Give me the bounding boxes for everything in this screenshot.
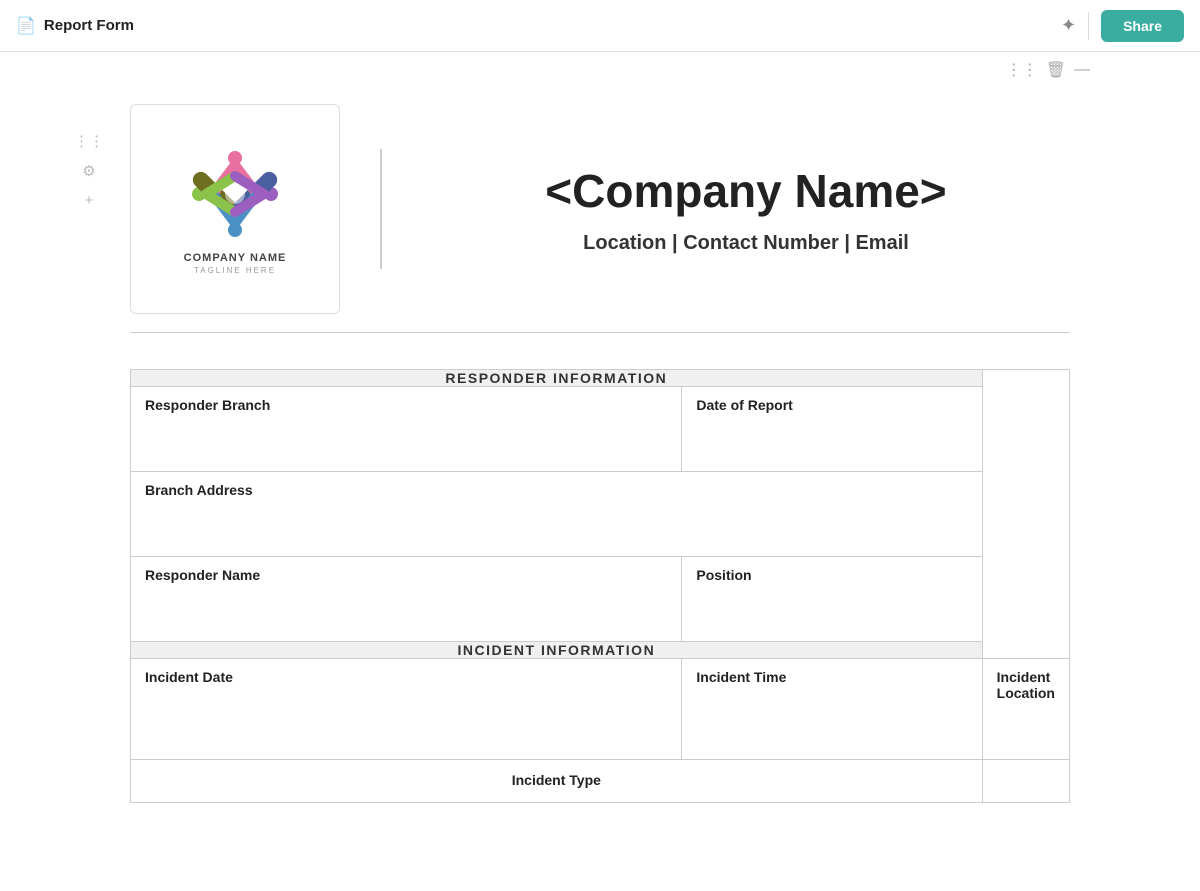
trash-icon[interactable]: 🗑 (1046, 60, 1066, 80)
responder-branch-value (131, 421, 681, 471)
responder-name-label: Responder Name (131, 557, 681, 591)
grid-icon[interactable]: ⋮⋮ (1006, 60, 1038, 80)
topbar-divider (1088, 12, 1089, 40)
header-section: COMPANY NAME TAGLINE HERE <Company Name>… (130, 84, 1070, 333)
incident-location-cell: Incident Location (982, 659, 1069, 760)
section-gap (130, 333, 1070, 369)
branch-address-cell: Branch Address (131, 472, 983, 557)
add-icon[interactable]: + (85, 192, 94, 209)
block-toolbar-top: ⋮⋮ 🗑 — (110, 52, 1090, 84)
settings-icon[interactable]: ⚙ (82, 162, 95, 180)
report-table: RESPONDER INFORMATION Responder Branch D… (130, 369, 1070, 803)
incident-time-cell: Incident Time (682, 659, 982, 760)
incident-time-label: Incident Time (682, 659, 981, 693)
incident-date-label: Incident Date (131, 659, 681, 693)
drag-handle-icon[interactable]: ⋮⋮ (74, 132, 104, 150)
doc-body: ⋮⋮ ⚙ + (110, 84, 1090, 803)
branch-address-row: Branch Address (131, 472, 1070, 557)
company-subtitle: Location | Contact Number | Email (583, 232, 909, 255)
position-value (682, 591, 981, 641)
responder-name-cell: Responder Name (131, 557, 682, 642)
date-of-report-label: Date of Report (682, 387, 981, 421)
date-of-report-cell: Date of Report (682, 387, 982, 472)
logo-tagline: TAGLINE HERE (194, 266, 276, 275)
page-title: Report Form (44, 17, 134, 34)
branch-address-value (131, 506, 982, 556)
date-of-report-value (682, 421, 981, 471)
incident-time-value (682, 693, 981, 743)
responder-section-header: RESPONDER INFORMATION (131, 370, 983, 387)
responder-branch-cell: Responder Branch (131, 387, 682, 472)
branch-address-label: Branch Address (131, 472, 982, 506)
incident-location-label: Incident Location (983, 659, 1069, 709)
incident-type-cell: Incident Type (131, 760, 983, 803)
incident-date-row: Incident Date Incident Time Incident Loc… (131, 659, 1070, 760)
responder-branch-label: Responder Branch (131, 387, 681, 421)
topbar-right: ✦ Share (1061, 10, 1184, 42)
main-content: ⋮⋮ 🗑 — ⋮⋮ ⚙ + (0, 52, 1200, 891)
position-label: Position (682, 557, 981, 591)
responder-branch-row: Responder Branch Date of Report (131, 387, 1070, 472)
share-button[interactable]: Share (1101, 10, 1184, 42)
document-icon: 📄 (16, 16, 36, 36)
responder-section-header-row: RESPONDER INFORMATION (131, 370, 1070, 387)
logo-graphic (185, 144, 285, 244)
block-area: ⋮⋮ 🗑 — ⋮⋮ ⚙ + (110, 52, 1090, 803)
header-divider (380, 149, 382, 269)
topbar: 📄 Report Form ✦ Share (0, 0, 1200, 52)
logo-box: COMPANY NAME TAGLINE HERE (130, 104, 340, 314)
incident-type-label: Incident Type (498, 762, 615, 796)
topbar-left: 📄 Report Form (16, 16, 134, 36)
incident-location-value (983, 709, 1069, 759)
header-text: <Company Name> Location | Contact Number… (422, 164, 1070, 255)
responder-name-row: Responder Name Position (131, 557, 1070, 642)
position-cell: Position (682, 557, 982, 642)
tag-icon[interactable]: ✦ (1061, 15, 1076, 36)
company-name-heading: <Company Name> (545, 164, 946, 218)
incident-section-header: INCIDENT INFORMATION (131, 642, 983, 659)
dash-icon: — (1074, 61, 1090, 79)
sidebar-icons: ⋮⋮ ⚙ + (74, 132, 104, 209)
incident-date-value (131, 693, 681, 743)
incident-type-row: Incident Type (131, 760, 1070, 803)
responder-name-value (131, 591, 681, 641)
incident-section-header-row: INCIDENT INFORMATION (131, 642, 1070, 659)
logo-company-name: COMPANY NAME (184, 252, 287, 264)
incident-date-cell: Incident Date (131, 659, 682, 760)
